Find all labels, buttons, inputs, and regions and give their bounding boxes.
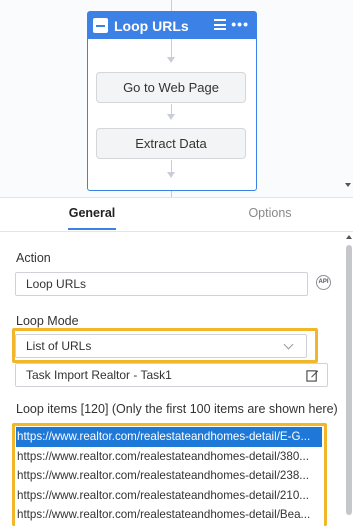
loop-item-url[interactable]: https://www.realtor.com/realestateandhom… (16, 505, 322, 525)
edit-icon[interactable] (306, 369, 319, 382)
loop-mode-label: Loop Mode (16, 314, 79, 328)
list-icon[interactable] (214, 19, 226, 30)
step-extract-data[interactable]: Extract Data (96, 128, 246, 159)
loop-mode-select[interactable]: List of URLs (15, 334, 307, 358)
loop-items-label: Loop items [120] (Only the first 100 ite… (16, 402, 338, 416)
tab-general[interactable]: General (48, 199, 136, 231)
scroll-up-icon[interactable] (346, 235, 352, 239)
settings-tabs: General Options (0, 199, 353, 232)
loop-item-url[interactable]: https://www.realtor.com/realestateandhom… (16, 427, 322, 447)
connector-line (171, 191, 172, 197)
arrow-down-icon (167, 172, 175, 178)
connector-line (171, 0, 172, 11)
arrow-down-icon (167, 114, 175, 120)
workflow-canvas[interactable]: Loop URLs ••• Go to Web Page Extract Dat… (0, 0, 353, 198)
more-options-icon[interactable]: ••• (231, 16, 249, 32)
scrollbar-thumb[interactable] (346, 245, 352, 515)
action-input[interactable]: Loop URLs (15, 272, 308, 296)
collapse-icon[interactable] (93, 18, 108, 33)
loop-item-url[interactable]: https://www.realtor.com/realestateandhom… (16, 447, 322, 467)
arrow-down-icon (167, 57, 175, 63)
task-select[interactable]: Task Import Realtor - Task1 (15, 363, 328, 387)
scroll-down-icon[interactable] (345, 183, 351, 187)
canvas-scrollbar[interactable] (345, 0, 353, 197)
loop-mode-value: List of URLs (26, 339, 92, 353)
tab-options[interactable]: Options (228, 199, 312, 231)
action-label: Action (16, 251, 51, 265)
connector-line (171, 39, 172, 58)
loop-item-url[interactable]: https://www.realtor.com/realestateandhom… (16, 466, 322, 486)
api-icon[interactable]: API (316, 275, 331, 290)
panel-scrollbar[interactable] (345, 233, 353, 526)
loop-header[interactable]: Loop URLs ••• (88, 12, 256, 39)
loop-item-url[interactable]: https://www.realtor.com/realestateandhom… (16, 486, 322, 506)
task-value: Task Import Realtor - Task1 (26, 368, 172, 382)
loop-items-list[interactable]: https://www.realtor.com/realestateandhom… (16, 427, 322, 526)
chevron-down-icon (283, 339, 294, 350)
step-go-to-web-page[interactable]: Go to Web Page (96, 72, 246, 103)
loop-title: Loop URLs (114, 17, 189, 34)
